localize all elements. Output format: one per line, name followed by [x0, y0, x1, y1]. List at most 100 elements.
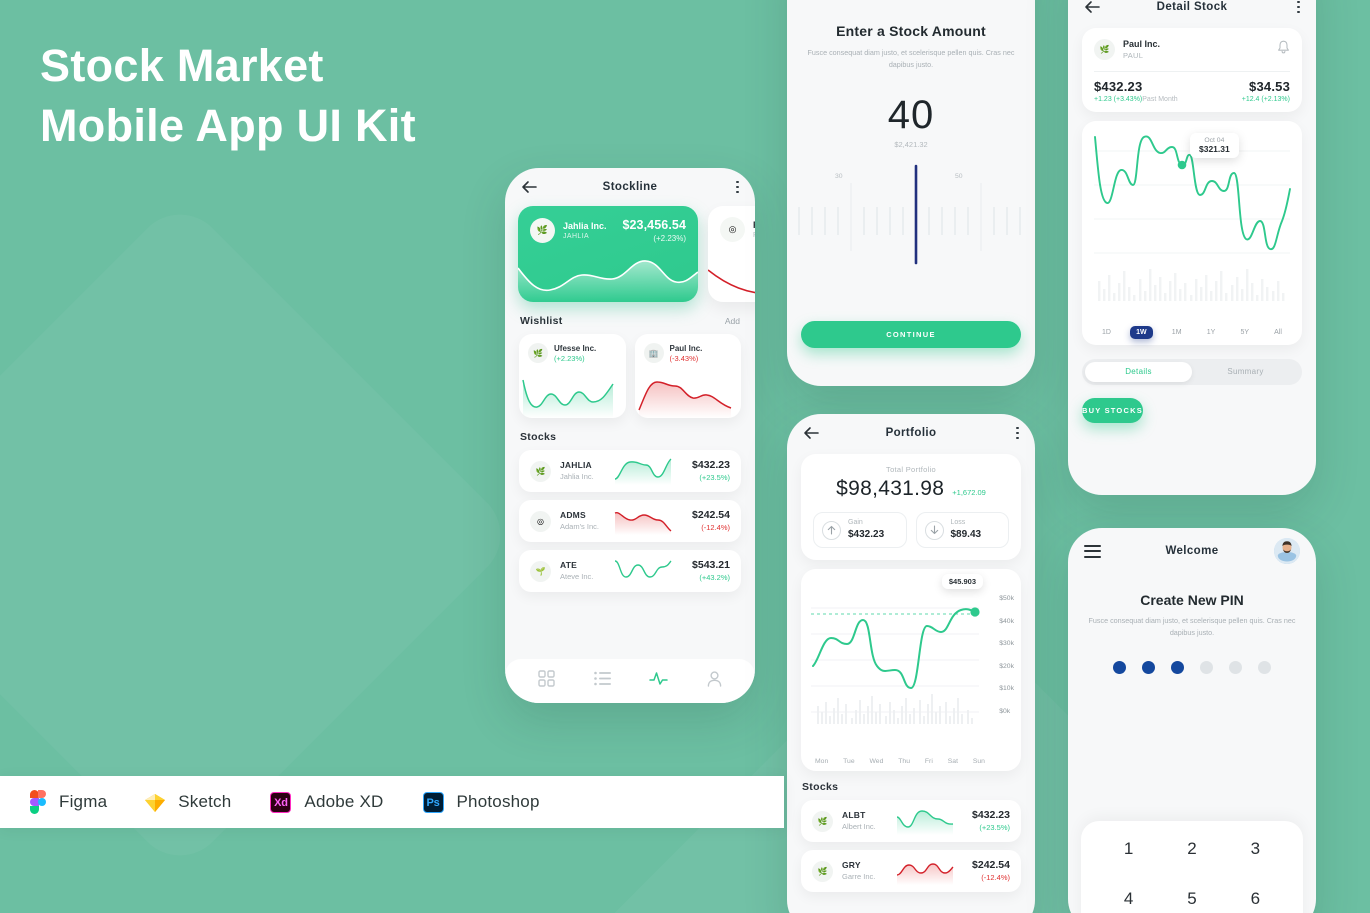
ruler-ticks: [798, 164, 1021, 265]
wishlist-add-button[interactable]: Add: [725, 316, 740, 326]
chart-tooltip: Oct 04 $321.31: [1190, 132, 1239, 158]
arrow-down-icon: [924, 520, 944, 540]
hero-stock-card[interactable]: 🌿 Jahlia Inc. JAHLIA $23,456.54 (+2.23%): [518, 206, 698, 302]
hero-line-1: Stock Market: [40, 40, 324, 91]
tool-adobe-xd: Xd Adobe XD: [269, 789, 383, 815]
adobe-xd-icon: Xd: [269, 789, 293, 815]
stock-list: 🌿 JAHLIA Jahlia Inc. $432.23 (+23.5%) ◎ …: [505, 450, 755, 592]
pin-keypad[interactable]: 1 2 3 4 5 6 7 8 9: [1081, 821, 1303, 913]
tab-profile[interactable]: [707, 670, 722, 692]
tab-list[interactable]: [593, 671, 611, 691]
pin-dot-filled: [1113, 660, 1126, 674]
leaf-logo-icon: 🌿: [1094, 39, 1115, 61]
key-4[interactable]: 4: [1097, 889, 1160, 909]
detail-past-label: Past Month: [1142, 95, 1178, 103]
menu-icon[interactable]: [1084, 544, 1101, 558]
tab-grid[interactable]: [538, 670, 555, 692]
wishlist-label: Wishlist: [520, 315, 563, 327]
gain-card[interactable]: Gain $432.23: [813, 512, 907, 548]
detail-price-right: $34.53: [1249, 78, 1290, 94]
back-icon[interactable]: [521, 180, 537, 194]
table-row[interactable]: ◎ ADMS Adam's Inc. $242.54 (-12.4%): [519, 500, 741, 542]
amount-ruler-slider[interactable]: 30 50: [787, 163, 1035, 267]
bell-icon[interactable]: [1277, 40, 1290, 59]
photoshop-badge: Ps: [422, 792, 444, 813]
detail-chart-card: Oct 04 $321.31 1D 1W 1M 1Y 5Y All: [1082, 120, 1302, 345]
pin-dot-empty: [1229, 660, 1242, 674]
hero-change: (+2.23%): [653, 233, 686, 243]
wishlist-company: Paul Inc.: [669, 343, 703, 353]
arrow-up-icon: [822, 520, 841, 540]
page-title: Stock Market Mobile App UI Kit: [40, 36, 416, 156]
buy-stocks-button[interactable]: BUY STOCKS: [1082, 397, 1143, 423]
xtick: Mon: [815, 758, 829, 765]
table-row[interactable]: 🌱 ATE Ateve Inc. $543.21 (+43.2%): [519, 550, 741, 592]
stock-change: (-12.4%): [981, 873, 1010, 883]
hero-line-2: Mobile App UI Kit: [40, 99, 416, 151]
pin-dot-filled: [1171, 660, 1184, 674]
stock-change: (-12.4%): [701, 523, 730, 533]
more-options-icon[interactable]: [1297, 0, 1300, 14]
phone-enter-amount: Enter a Stock Amount Fusce consequat dia…: [787, 0, 1035, 386]
key-6[interactable]: 6: [1224, 889, 1287, 909]
more-options-icon[interactable]: [736, 180, 739, 194]
hero-next-company: P: [753, 219, 755, 231]
key-3[interactable]: 3: [1224, 839, 1287, 859]
tab-summary[interactable]: Summary: [1192, 362, 1299, 382]
hero-next-sparkline-chart: [708, 269, 755, 294]
avatar[interactable]: [1274, 538, 1300, 564]
detail-sub-right: +12.4 (+2.13%): [1241, 95, 1290, 103]
wishlist-sparkline-chart: [637, 381, 731, 418]
continue-button[interactable]: CONTINUE: [801, 321, 1021, 348]
range-1d[interactable]: 1D: [1096, 326, 1117, 339]
phone-create-pin: Welcome Create New PIN Fusce consequat d…: [1068, 528, 1316, 913]
back-icon[interactable]: [803, 426, 819, 440]
table-row[interactable]: 🌿 JAHLIA Jahlia Inc. $432.23 (+23.5%): [519, 450, 741, 492]
circle-logo-icon: ◎: [720, 217, 745, 242]
leaf-logo-icon: 🌿: [812, 810, 833, 832]
row-sparkline-chart: [614, 511, 672, 535]
leaf-logo-icon: 🌿: [812, 860, 833, 882]
hero-stock-card-next[interactable]: ◎ P P: [708, 206, 755, 302]
range-5y[interactable]: 5Y: [1234, 326, 1255, 339]
plant-logo-icon: 🌱: [530, 560, 551, 582]
tool-label: Adobe XD: [304, 792, 384, 811]
detail-title: Detail Stock: [1156, 1, 1228, 13]
pin-body: Create New PIN Fusce consequat diam just…: [1068, 574, 1316, 639]
tab-activity[interactable]: [649, 671, 668, 691]
detail-sub-left: +1.23 (+3.43%): [1094, 95, 1143, 103]
stockline-appbar: Stockline: [505, 168, 755, 206]
row-sparkline-chart: [614, 458, 672, 485]
amount-subtitle: Fusce consequat diam justo, et scelerisq…: [807, 48, 1015, 69]
detail-summary-segmented-control[interactable]: Details Summary: [1082, 358, 1302, 385]
range-1w[interactable]: 1W: [1130, 325, 1153, 339]
total-portfolio-label: Total Portfolio: [886, 465, 936, 474]
gain-value: $432.23: [848, 528, 885, 540]
table-row[interactable]: 🌿 ALBT Albert Inc. $432.23 (+23.5%): [801, 800, 1021, 842]
range-1y[interactable]: 1Y: [1201, 326, 1222, 339]
range-all[interactable]: All: [1268, 326, 1288, 339]
tool-sketch: Sketch: [143, 789, 231, 815]
stock-company: Albert Inc.: [842, 821, 876, 831]
xtick: Tue: [843, 758, 855, 765]
more-options-icon[interactable]: [1016, 426, 1019, 440]
wishlist-card[interactable]: 🏢 Paul Inc. (-3.43%): [634, 334, 741, 418]
range-1m[interactable]: 1M: [1166, 326, 1188, 339]
tab-details[interactable]: Details: [1085, 361, 1192, 382]
wishlist-card[interactable]: 🌿 Ufesse Inc. (+2.23%): [519, 334, 626, 418]
time-range-selector[interactable]: 1D 1W 1M 1Y 5Y All: [1090, 322, 1294, 339]
loss-card[interactable]: Loss $89.43: [915, 512, 1009, 548]
figma-icon: [24, 789, 48, 815]
key-5[interactable]: 5: [1160, 889, 1223, 909]
key-2[interactable]: 2: [1160, 839, 1223, 859]
chart-tooltip: $45.903: [941, 574, 983, 589]
key-1[interactable]: 1: [1097, 839, 1160, 859]
circle-logo-icon: ◎: [530, 510, 551, 532]
back-icon[interactable]: [1084, 0, 1100, 14]
stockline-hero-carousel[interactable]: 🌿 Jahlia Inc. JAHLIA $23,456.54 (+2.23%): [505, 206, 755, 302]
portfolio-title: Portfolio: [885, 427, 937, 439]
table-row[interactable]: 🌿 GRY Garre Inc. $242.54 (-12.4%): [801, 850, 1021, 892]
xtick: Sun: [972, 758, 985, 765]
loss-label: Loss: [950, 518, 966, 526]
wishlist-change: (-3.43%): [669, 353, 699, 363]
